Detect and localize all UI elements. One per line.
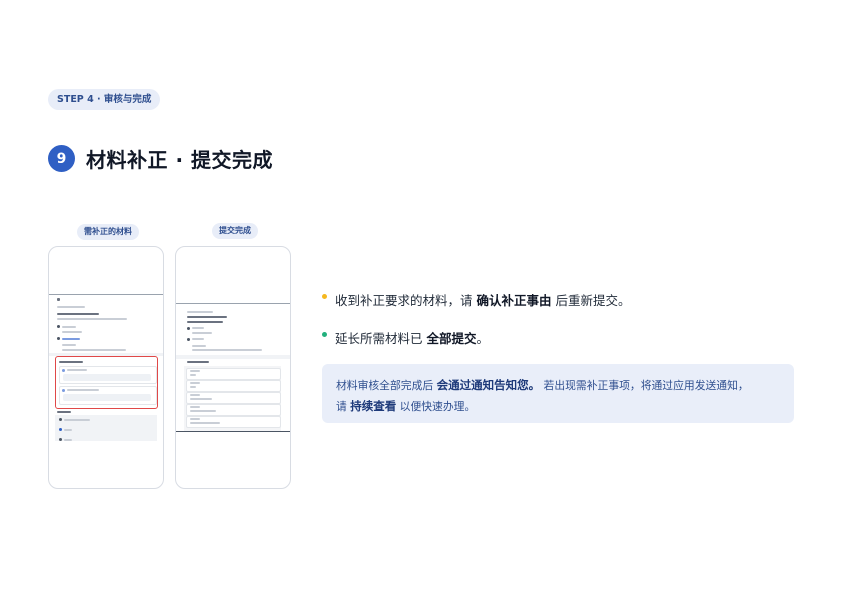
phone-line [57, 318, 127, 320]
complete-row [186, 368, 281, 380]
phone-line [190, 418, 200, 420]
phone-line [64, 419, 90, 421]
page-title: 材料补正 · 提交完成 [86, 148, 274, 172]
phone-header-divider [176, 303, 290, 304]
phone-line [190, 410, 216, 412]
phone-dot [187, 338, 190, 341]
note-text: 材料审核全部完成后 [336, 379, 434, 392]
bullet-emphasis: 确认补正事由 [476, 293, 552, 308]
phone-line [62, 349, 126, 351]
back-chevron-icon [57, 298, 60, 301]
note-text: 若出现需补正事项，将通过应用发送通知， [543, 379, 749, 392]
right-phone-label: 提交完成 [212, 223, 258, 239]
phone-line [64, 429, 72, 431]
phone-line [190, 398, 212, 400]
bullet-emphasis: 全部提交 [426, 331, 477, 346]
phone-line [57, 411, 71, 413]
step-number-badge: 9 [48, 145, 75, 172]
phone-line [190, 406, 200, 408]
bullet-item: 延长所需材料已 全部提交 。 [322, 328, 489, 347]
complete-row [186, 380, 281, 392]
info-note-box: 材料审核全部完成后 会通过通知告知您。 若出现需补正事项，将通过应用发送通知， … [322, 364, 794, 423]
phone-line [190, 382, 200, 384]
phone-mockup-supplement [48, 246, 164, 489]
phone-line [67, 389, 99, 391]
phone-line [187, 321, 223, 323]
phone-line [62, 326, 76, 328]
phone-line [62, 344, 76, 346]
phone-line [67, 369, 87, 371]
phone-dot [59, 428, 62, 431]
phone-line [187, 316, 227, 318]
supplement-button [63, 394, 151, 401]
phone-dot [62, 389, 65, 392]
phone-line [187, 361, 209, 363]
bullet-item: 收到补正要求的材料，请 确认补正事由 后重新提交。 [322, 290, 631, 309]
phone-line [64, 439, 72, 441]
supplement-button [63, 374, 151, 381]
note-text: 请 [336, 400, 347, 413]
phone-header-divider [49, 294, 163, 295]
bullet-text: 延长所需材料已 [335, 331, 423, 346]
phone-dot [187, 327, 190, 330]
phone-line [190, 386, 196, 388]
title-row: 9 材料补正 · 提交完成 [48, 144, 273, 173]
phone-line [190, 394, 200, 396]
bullet-text: 后重新提交。 [555, 293, 631, 308]
note-emphasis: 会通过通知告知您。 [436, 378, 541, 392]
step-badge: STEP 4 · 审核与完成 [48, 89, 161, 110]
bullet-dot-icon [322, 332, 327, 337]
phone-dot [57, 337, 60, 340]
phone-line [187, 311, 213, 313]
phone-line [192, 332, 212, 334]
phone-bottom-divider [176, 431, 290, 432]
left-phone-label: 需补正的材料 [77, 224, 139, 240]
note-emphasis: 持续查看 [350, 399, 397, 413]
note-text: 以便快速办理。 [399, 400, 476, 413]
phone-line [190, 422, 220, 424]
phone-line [192, 345, 206, 347]
bullet-text: 。 [476, 331, 490, 346]
bullet-dot-icon [322, 294, 327, 299]
phone-line [190, 370, 200, 372]
phone-line [192, 349, 262, 351]
phone-line [57, 313, 99, 315]
phone-line [57, 306, 85, 308]
phone-dot [62, 369, 65, 372]
phone-line [192, 338, 204, 340]
phone-line [190, 374, 196, 376]
phone-dot [57, 325, 60, 328]
phone-line [62, 338, 80, 340]
phone-mockup-complete [175, 246, 291, 489]
phone-divider [176, 355, 290, 359]
phone-dot [59, 438, 62, 441]
bullet-text: 收到补正要求的材料，请 [335, 293, 473, 308]
phone-line [59, 361, 83, 363]
phone-line [62, 331, 82, 333]
phone-dot [59, 418, 62, 421]
phone-line [192, 327, 204, 329]
